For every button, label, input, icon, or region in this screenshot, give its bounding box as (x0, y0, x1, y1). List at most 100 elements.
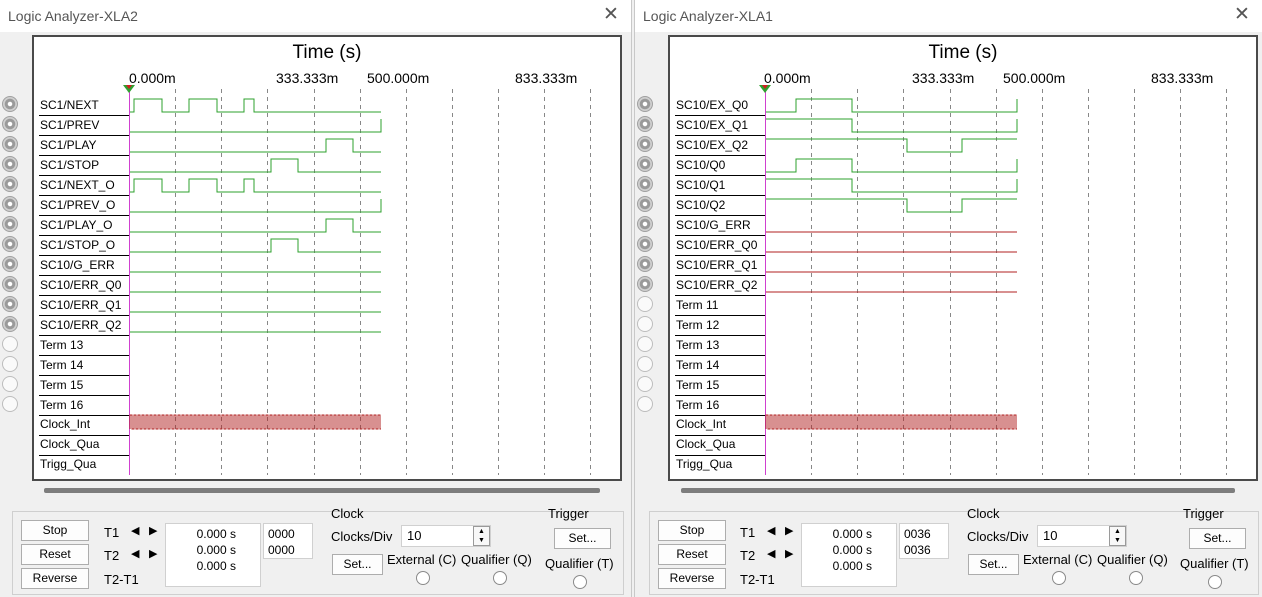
terminal-led (2, 256, 18, 272)
trigger-set-button[interactable]: Set... (1189, 528, 1246, 549)
terminal-led (637, 296, 653, 312)
external-c-radio[interactable] (416, 571, 430, 585)
t2-left-arrow-icon[interactable]: ◀ (131, 547, 139, 560)
terminal-led (2, 216, 18, 232)
waveform-display[interactable]: Time (s) 0.000m 333.333m 500.000m 833.33… (668, 35, 1258, 481)
reverse-button[interactable]: Reverse (21, 568, 89, 589)
reverse-button[interactable]: Reverse (658, 568, 726, 589)
qualifier-t-radio[interactable] (573, 575, 587, 589)
clocks-div-spinner[interactable]: ▲ ▼ (473, 526, 490, 546)
qualifier-q-label: Qualifier (Q) (461, 552, 532, 567)
waveform-canvas (675, 85, 1227, 475)
label-separators (39, 115, 129, 456)
t2-left-arrow-icon[interactable]: ◀ (767, 547, 775, 560)
terminal-led (637, 396, 653, 412)
stop-button[interactable]: Stop (21, 520, 89, 541)
close-icon[interactable]: ✕ (1232, 5, 1252, 25)
t1-hex-value: 0036 (904, 527, 931, 541)
waveform-display[interactable]: Time (s) 0.000m 333.333m 500.000m 833.33… (32, 35, 622, 481)
t2-right-arrow-icon[interactable]: ▶ (785, 547, 793, 560)
spinner-down-icon[interactable]: ▼ (474, 536, 489, 545)
error-traces (766, 231, 1017, 293)
external-c-label: External (C) (387, 552, 457, 567)
logic-analyzer-window-xla1: Logic Analyzer-XLA1 ✕ Time (s) 0.000m 33… (634, 0, 1262, 597)
terminal-led (2, 376, 18, 392)
reset-button[interactable]: Reset (658, 544, 726, 565)
terminal-led (637, 116, 653, 132)
terminal-led (2, 116, 18, 132)
external-c-label: External (C) (1023, 552, 1093, 567)
qualifier-t-label: Qualifier (T) (545, 556, 614, 571)
clock-int-trace (129, 414, 381, 430)
terminal-led (2, 396, 18, 412)
t1-left-arrow-icon[interactable]: ◀ (131, 524, 139, 537)
terminal-led (637, 136, 653, 152)
t1-hex-value: 0000 (268, 527, 295, 541)
title-bar[interactable]: Logic Analyzer-XLA1 ✕ (635, 0, 1262, 32)
terminal-led (2, 136, 18, 152)
window-title: Logic Analyzer-XLA2 (8, 8, 138, 24)
terminal-led (637, 376, 653, 392)
t2-t1-label: T2-T1 (104, 572, 139, 587)
t2-value: 0.000 s (196, 543, 236, 557)
cursor-time-display: 0.000 s 0.000 s 0.000 s (801, 523, 897, 587)
qualifier-t-label: Qualifier (T) (1180, 556, 1249, 571)
terminal-led (637, 216, 653, 232)
t2-t1-value: 0.000 s (832, 559, 872, 573)
t1-right-arrow-icon[interactable]: ▶ (149, 524, 157, 537)
qualifier-q-label: Qualifier (Q) (1097, 552, 1168, 567)
terminal-led (637, 236, 653, 252)
trigger-section-title: Trigger (548, 506, 589, 521)
t1-value: 0.000 s (196, 527, 236, 541)
cursor-hex-display: 0000 0000 (263, 523, 313, 559)
terminal-led (2, 96, 18, 112)
terminal-led (637, 176, 653, 192)
t2-right-arrow-icon[interactable]: ▶ (149, 547, 157, 560)
t1-left-arrow-icon[interactable]: ◀ (767, 524, 775, 537)
qualifier-t-radio[interactable] (1208, 575, 1222, 589)
horizontal-scrollbar[interactable] (681, 488, 1235, 493)
trigger-set-button[interactable]: Set... (554, 528, 611, 549)
clock-int-trace (765, 414, 1017, 430)
clock-set-button[interactable]: Set... (968, 554, 1019, 575)
spinner-up-icon[interactable]: ▲ (1110, 527, 1125, 536)
clock-section-title: Clock (967, 506, 1000, 521)
clock-set-button[interactable]: Set... (332, 554, 383, 575)
t2-t1-label: T2-T1 (740, 572, 775, 587)
terminal-led (637, 336, 653, 352)
t1-label: T1 (104, 525, 120, 540)
reset-button[interactable]: Reset (21, 544, 89, 565)
terminal-led (637, 316, 653, 332)
close-icon[interactable]: ✕ (601, 5, 621, 25)
window-title: Logic Analyzer-XLA1 (643, 8, 773, 24)
t1-right-arrow-icon[interactable]: ▶ (785, 524, 793, 537)
terminal-led (2, 196, 18, 212)
terminal-led (2, 316, 18, 332)
qualifier-q-radio[interactable] (493, 571, 507, 585)
waveform-canvas (39, 85, 591, 475)
clocks-div-label: Clocks/Div (331, 529, 393, 544)
stop-button[interactable]: Stop (658, 520, 726, 541)
horizontal-scrollbar[interactable] (44, 488, 600, 493)
t1-label: T1 (740, 525, 756, 540)
spinner-down-icon[interactable]: ▼ (1110, 536, 1125, 545)
title-bar[interactable]: Logic Analyzer-XLA2 ✕ (0, 0, 631, 32)
label-separators (675, 115, 765, 456)
t2-value: 0.000 s (832, 543, 872, 557)
t2-hex-value: 0036 (904, 543, 931, 557)
clocks-div-label: Clocks/Div (967, 529, 1029, 544)
signal-traces (130, 98, 382, 333)
qualifier-q-radio[interactable] (1129, 571, 1143, 585)
control-panel: Stop Reset Reverse T1 ◀ ▶ T2 ◀ ▶ T2-T1 0… (649, 506, 1259, 595)
external-c-radio[interactable] (1052, 571, 1066, 585)
terminal-led (2, 356, 18, 372)
logic-analyzer-window-xla2: Logic Analyzer-XLA2 ✕ Time (s) 0.000m 33… (0, 0, 632, 597)
t2-hex-value: 0000 (268, 543, 295, 557)
clocks-div-spinner[interactable]: ▲ ▼ (1109, 526, 1126, 546)
spinner-up-icon[interactable]: ▲ (474, 527, 489, 536)
t2-label: T2 (104, 548, 120, 563)
cursor-hex-display: 0036 0036 (899, 523, 949, 559)
cursor-time-display: 0.000 s 0.000 s 0.000 s (165, 523, 261, 587)
signal-traces (766, 98, 1018, 213)
terminal-led (637, 356, 653, 372)
